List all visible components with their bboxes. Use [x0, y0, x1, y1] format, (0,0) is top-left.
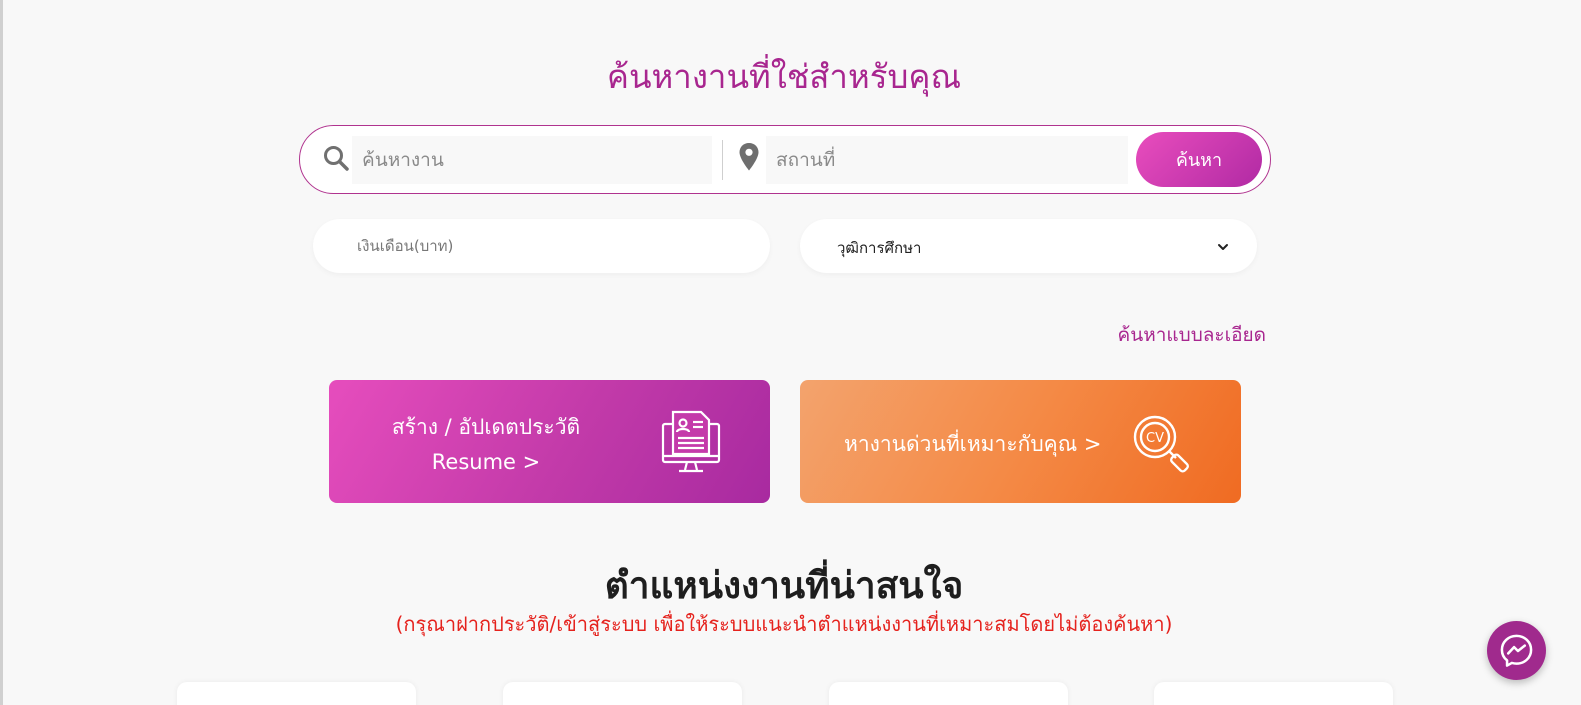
advanced-search-link[interactable]: ค้นหาแบบละเอียด — [1100, 320, 1266, 350]
job-card[interactable] — [829, 682, 1068, 705]
resume-banner-line2: Resume > — [431, 450, 541, 474]
education-select[interactable]: วุฒิการศึกษา — [800, 219, 1257, 273]
cv-search-icon: CV — [1133, 415, 1190, 473]
job-card[interactable] — [1154, 682, 1393, 705]
search-button[interactable]: ค้นหา — [1136, 132, 1262, 187]
recommended-jobs-title: ตำแหน่งงานที่น่าสนใจ — [604, 564, 964, 607]
education-select-label: วุฒิการศึกษา — [837, 239, 922, 257]
recommended-jobs-note: (กรุณาฝากประวัติ/เข้าสู่ระบบ เพื่อให้ระบ… — [395, 612, 1173, 636]
messenger-icon — [1500, 634, 1533, 667]
salary-input[interactable] — [313, 219, 770, 273]
job-card[interactable] — [503, 682, 742, 705]
svg-text:CV: CV — [1146, 431, 1164, 446]
keyword-search-input[interactable] — [352, 136, 712, 184]
urgent-jobs-banner[interactable]: หางานด่วนที่เหมาะกับคุณ > CV — [800, 380, 1241, 503]
search-icon — [324, 146, 349, 171]
search-divider — [722, 140, 723, 180]
resume-computer-icon — [661, 410, 721, 473]
chevron-down-icon — [1218, 244, 1228, 250]
create-resume-banner[interactable]: สร้าง / อัปเดตประวัติ Resume > — [329, 380, 770, 503]
messenger-chat-button[interactable] — [1487, 621, 1546, 680]
search-bar: ค้นหา — [299, 125, 1271, 194]
location-input[interactable] — [766, 136, 1128, 184]
location-pin-icon — [739, 143, 759, 171]
resume-banner-text: สร้าง / อัปเดตประวัติ Resume > — [373, 410, 599, 480]
urgent-banner-text: หางานด่วนที่เหมาะกับคุณ > — [844, 432, 1102, 456]
job-card[interactable] — [177, 682, 416, 705]
resume-banner-line1: สร้าง / อัปเดตประวัติ — [391, 415, 581, 439]
page-title: ค้นหางานที่ใช่สำหรับคุณ — [606, 57, 962, 96]
